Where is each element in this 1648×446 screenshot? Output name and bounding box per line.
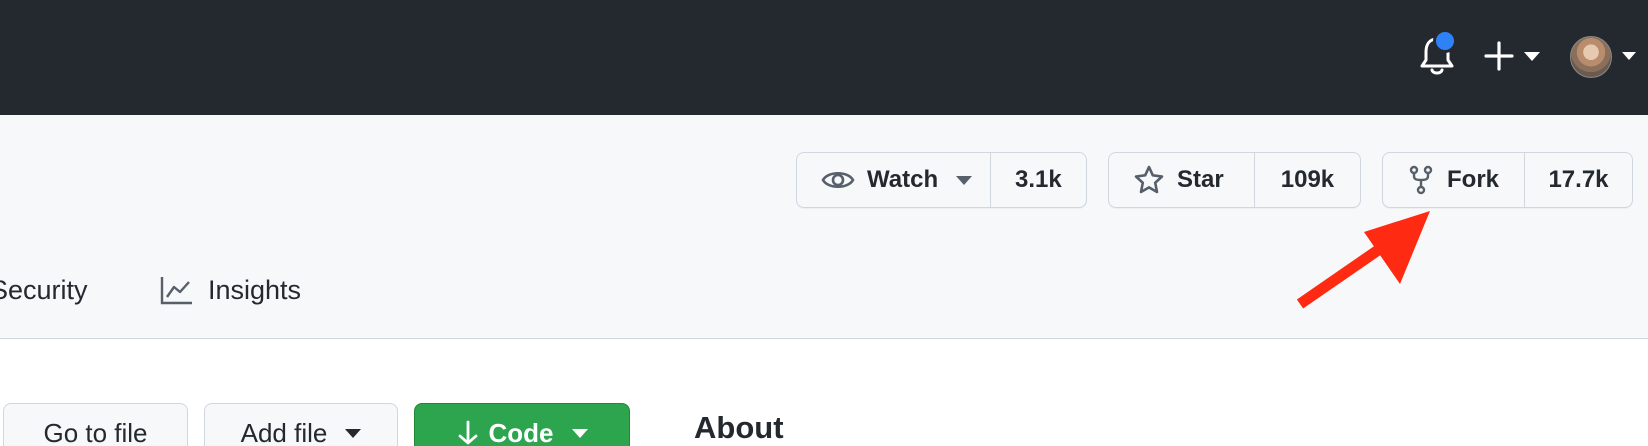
star-label: Star [1177, 166, 1224, 193]
fork-button[interactable]: Fork [1383, 153, 1524, 207]
star-icon [1134, 165, 1164, 194]
user-menu[interactable] [1568, 34, 1640, 78]
star-count[interactable]: 109k [1253, 153, 1360, 207]
chevron-down-icon [345, 428, 362, 438]
add-file-button[interactable]: Add file [204, 403, 398, 446]
tab-insights[interactable]: Insights [160, 270, 301, 310]
repo-forked-icon [1409, 165, 1433, 195]
watch-label: Watch [867, 166, 939, 193]
go-to-file-label: Go to file [43, 417, 148, 446]
go-to-file-button[interactable]: Go to file [3, 403, 188, 446]
fork-label: Fork [1447, 166, 1500, 193]
eye-icon [821, 171, 855, 189]
about-heading: About [694, 410, 784, 445]
create-new-menu[interactable] [1484, 38, 1546, 74]
tab-security-label: Security [0, 274, 88, 305]
tab-insights-label: Insights [208, 274, 302, 305]
graph-icon [160, 277, 192, 305]
watch-button-group: Watch 3.1k [796, 152, 1087, 208]
add-file-label: Add file [240, 417, 328, 446]
code-button[interactable]: Code [414, 403, 630, 446]
code-label: Code [488, 417, 554, 446]
watch-button[interactable]: Watch [797, 153, 990, 207]
watch-count[interactable]: 3.1k [989, 153, 1086, 207]
chevron-down-icon [1524, 52, 1540, 61]
download-arrow-icon [458, 420, 477, 445]
top-navigation-bar [0, 0, 1648, 115]
avatar [1570, 36, 1612, 78]
chevron-down-icon [571, 428, 588, 438]
tab-security[interactable]: Security [0, 270, 88, 310]
plus-icon [1484, 41, 1514, 71]
fork-button-group: Fork 17.7k [1382, 152, 1633, 208]
chevron-down-icon [1622, 52, 1636, 60]
chevron-down-icon [956, 175, 973, 185]
fork-count[interactable]: 17.7k [1523, 153, 1632, 207]
star-button-group: Star 109k [1108, 152, 1361, 208]
unread-notification-dot [1433, 29, 1457, 53]
star-button[interactable]: Star [1109, 153, 1254, 207]
